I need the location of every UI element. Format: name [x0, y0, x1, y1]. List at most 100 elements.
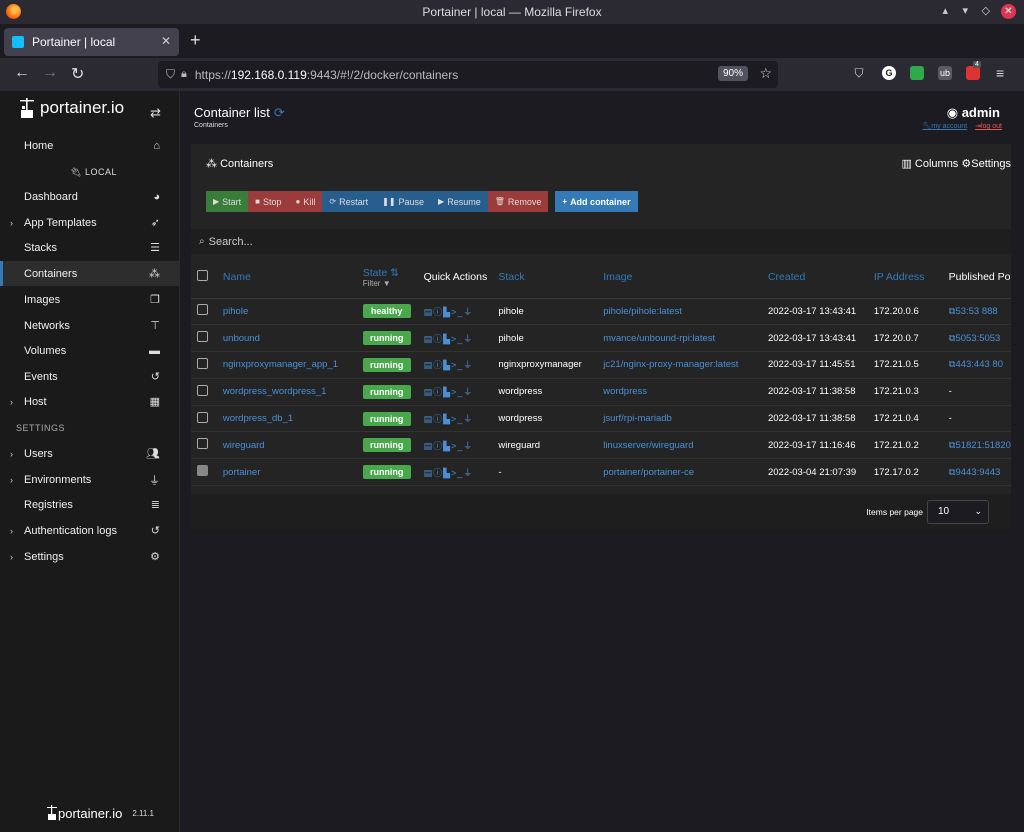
reload-icon[interactable]: ↻ [71, 64, 84, 84]
container-name-link[interactable]: wireguard [222, 431, 363, 460]
published-ports-cell[interactable]: ⧉53:53 888 [948, 298, 1011, 326]
attach-icon[interactable]: ⏚ [463, 468, 473, 478]
stats-icon[interactable]: ▙ [443, 307, 451, 317]
url-bar[interactable]: ⛉ 🔒︎ https://192.168.0.119:9443/#!/2/doc… [158, 61, 778, 88]
attach-icon[interactable]: ⏚ [463, 334, 473, 344]
sidebar-item-environments[interactable]: › Environments ⏚ [0, 467, 180, 492]
resume-button[interactable]: ▶ Resume [431, 191, 488, 212]
row-checkbox[interactable] [197, 357, 208, 369]
stats-icon[interactable]: ▙ [443, 360, 451, 370]
columns-button[interactable]: ▥ Columns [901, 158, 958, 170]
inspect-icon[interactable]: ⓘ [433, 334, 443, 344]
column-image[interactable]: Image [603, 257, 768, 299]
sidebar-item-home[interactable]: Home ⌂ [0, 133, 180, 158]
container-name-link[interactable]: wordpress_wordpress_1 [222, 378, 363, 406]
sidebar-item-registries[interactable]: Registries ≣ [0, 492, 180, 517]
new-tab-button[interactable]: + [190, 30, 201, 51]
console-icon[interactable]: >_ [451, 468, 463, 478]
pause-button[interactable]: ❚❚ Pause [375, 191, 432, 212]
pocket-icon[interactable]: ⛉ [852, 66, 866, 80]
attach-icon[interactable]: ⏚ [463, 387, 473, 397]
restore-icon[interactable]: ▾ [962, 4, 968, 17]
minimize-icon[interactable]: ▴ [942, 4, 948, 17]
close-window-button[interactable]: ✕ [1001, 4, 1016, 19]
maximize-icon[interactable]: ◇ [982, 4, 990, 17]
sidebar-item-containers[interactable]: Containers ⁂ [0, 261, 180, 286]
my-account-link[interactable]: 🔧︎my account [922, 123, 967, 130]
log-out-link[interactable]: ⇥log out [975, 123, 1002, 130]
published-ports-cell[interactable]: ⧉9443:9443 [948, 458, 1011, 487]
stats-icon[interactable]: ▙ [443, 441, 451, 451]
column-published-ports[interactable]: Published Po [948, 257, 1011, 299]
restart-button[interactable]: ⟳ Restart [322, 191, 376, 212]
back-icon[interactable]: ← [14, 64, 30, 82]
sidebar-item-images[interactable]: Images ❐ [0, 287, 180, 312]
console-icon[interactable]: >_ [451, 334, 463, 344]
image-link[interactable]: linuxserver/wireguard [603, 431, 768, 460]
column-state[interactable]: State ⇅ Filter ▼ [362, 257, 424, 299]
extension-red-icon[interactable] [966, 66, 980, 80]
sidebar-item-users[interactable]: › Users 👥︎ [0, 441, 180, 466]
published-ports-cell[interactable]: ⧉443:443 80 [948, 351, 1011, 379]
console-icon[interactable]: >_ [451, 307, 463, 317]
sidebar-item-volumes[interactable]: Volumes ▬ [0, 338, 180, 363]
remove-button[interactable]: 🗑︎ Remove [487, 191, 549, 212]
published-ports-cell[interactable]: ⧉51821:51820 [948, 431, 1011, 460]
console-icon[interactable]: >_ [451, 441, 463, 451]
logs-icon[interactable]: ▤ [424, 334, 434, 344]
extension-green-icon[interactable] [910, 66, 924, 80]
image-link[interactable]: mvance/unbound-rpi:latest [603, 324, 768, 353]
add-container-button[interactable]: + Add container [555, 191, 638, 212]
stats-icon[interactable]: ▙ [443, 414, 451, 424]
logs-icon[interactable]: ▤ [424, 414, 434, 424]
state-filter[interactable]: Filter ▼ [363, 279, 424, 288]
shield-icon[interactable]: ⛉ [166, 67, 175, 82]
hamburger-menu-icon[interactable]: ≡ [996, 65, 1004, 81]
console-icon[interactable]: >_ [451, 387, 463, 397]
inspect-icon[interactable]: ⓘ [433, 414, 443, 424]
row-checkbox[interactable] [197, 438, 208, 450]
sidebar-item-authentication-logs[interactable]: › Authentication logs ↺ [0, 518, 180, 543]
row-checkbox[interactable] [197, 465, 208, 477]
attach-icon[interactable]: ⏚ [463, 307, 473, 317]
inspect-icon[interactable]: ⓘ [433, 468, 443, 478]
forward-icon[interactable]: → [42, 64, 58, 82]
container-name-link[interactable]: wordpress_db_1 [222, 405, 363, 433]
stats-icon[interactable]: ▙ [443, 387, 451, 397]
image-link[interactable]: pihole/pihole:latest [603, 298, 768, 326]
items-per-page-select[interactable]: 10 ⌄ [927, 500, 989, 524]
image-link[interactable]: portainer/portainer-ce [603, 458, 768, 487]
lock-icon[interactable]: 🔒︎ [181, 68, 187, 81]
settings-button[interactable]: ⚙Settings [961, 158, 1011, 170]
sidebar-item-settings[interactable]: › Settings ⚙ [0, 544, 180, 569]
attach-icon[interactable]: ⏚ [463, 441, 473, 451]
sidebar-item-stacks[interactable]: Stacks ☰ [0, 235, 180, 260]
image-link[interactable]: jc21/nginx-proxy-manager:latest [603, 351, 768, 379]
console-icon[interactable]: >_ [451, 414, 463, 424]
stop-button[interactable]: ■ Stop [248, 191, 289, 212]
published-ports-cell[interactable]: - [948, 405, 1011, 433]
image-link[interactable]: jsurf/rpi-mariadb [603, 405, 768, 433]
column-created[interactable]: Created [767, 257, 874, 299]
select-all-checkbox[interactable] [197, 270, 208, 282]
stats-icon[interactable]: ▙ [443, 468, 451, 478]
inspect-icon[interactable]: ⓘ [433, 360, 443, 370]
bookmark-star-icon[interactable]: ☆ [759, 65, 772, 82]
container-name-link[interactable]: portainer [222, 458, 363, 487]
row-checkbox[interactable] [197, 411, 208, 423]
search-bar[interactable]: ⌕ Search... [191, 229, 1011, 254]
container-name-link[interactable]: nginxproxymanager_app_1 [222, 351, 363, 379]
image-link[interactable]: wordpress [603, 378, 768, 406]
attach-icon[interactable]: ⏚ [463, 414, 473, 424]
row-checkbox[interactable] [197, 384, 208, 396]
sidebar-item-dashboard[interactable]: Dashboard ◕ [0, 184, 180, 209]
column-ip-address[interactable]: IP Address [873, 257, 949, 299]
extension-g-icon[interactable]: G [882, 66, 896, 80]
kill-button[interactable]: ● Kill [288, 191, 323, 212]
container-name-link[interactable]: pihole [222, 298, 363, 326]
column-name[interactable]: Name [222, 257, 363, 299]
start-button[interactable]: ▶ Start [206, 191, 249, 212]
refresh-icon[interactable]: ⟳ [274, 105, 285, 120]
inspect-icon[interactable]: ⓘ [433, 441, 443, 451]
swap-environment-icon[interactable]: ⇄ [150, 105, 161, 121]
